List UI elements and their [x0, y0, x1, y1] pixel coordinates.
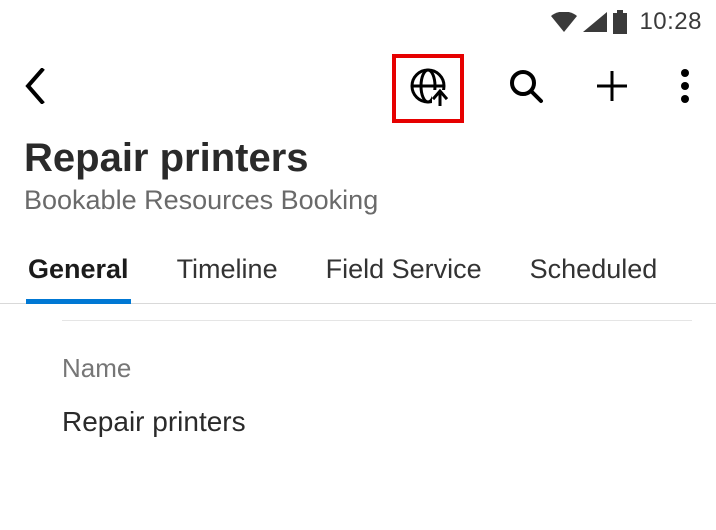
app-bar-actions [392, 54, 696, 123]
status-time: 10:28 [639, 8, 702, 36]
plus-icon [594, 91, 630, 108]
form-body: Name Repair printers [0, 304, 716, 438]
globe-upload-button[interactable] [402, 60, 454, 117]
divider [62, 320, 692, 321]
tab-timeline[interactable]: Timeline [175, 254, 280, 304]
tab-field-service[interactable]: Field Service [324, 254, 484, 304]
kebab-menu-icon [680, 91, 690, 108]
globe-upload-highlight [392, 54, 464, 123]
search-button[interactable] [502, 62, 550, 115]
tab-general[interactable]: General [26, 254, 131, 304]
record-header: Repair printers Bookable Resources Booki… [0, 132, 716, 234]
search-icon [508, 91, 544, 108]
tabs: General Timeline Field Service Scheduled [0, 234, 716, 304]
overflow-menu-button[interactable] [674, 62, 696, 115]
app-bar [0, 44, 716, 132]
name-label: Name [62, 353, 692, 384]
page-title: Repair printers [24, 136, 692, 181]
back-button[interactable] [20, 58, 60, 119]
add-button[interactable] [588, 62, 636, 115]
wifi-icon [551, 12, 577, 32]
tab-scheduled[interactable]: Scheduled [528, 254, 660, 304]
chevron-left-icon [24, 91, 46, 108]
battery-icon [613, 10, 627, 34]
globe-upload-icon [408, 93, 448, 110]
cell-signal-icon [583, 12, 607, 32]
name-field[interactable]: Repair printers [62, 406, 692, 438]
status-bar: 10:28 [0, 0, 716, 44]
entity-name: Bookable Resources Booking [24, 185, 692, 216]
